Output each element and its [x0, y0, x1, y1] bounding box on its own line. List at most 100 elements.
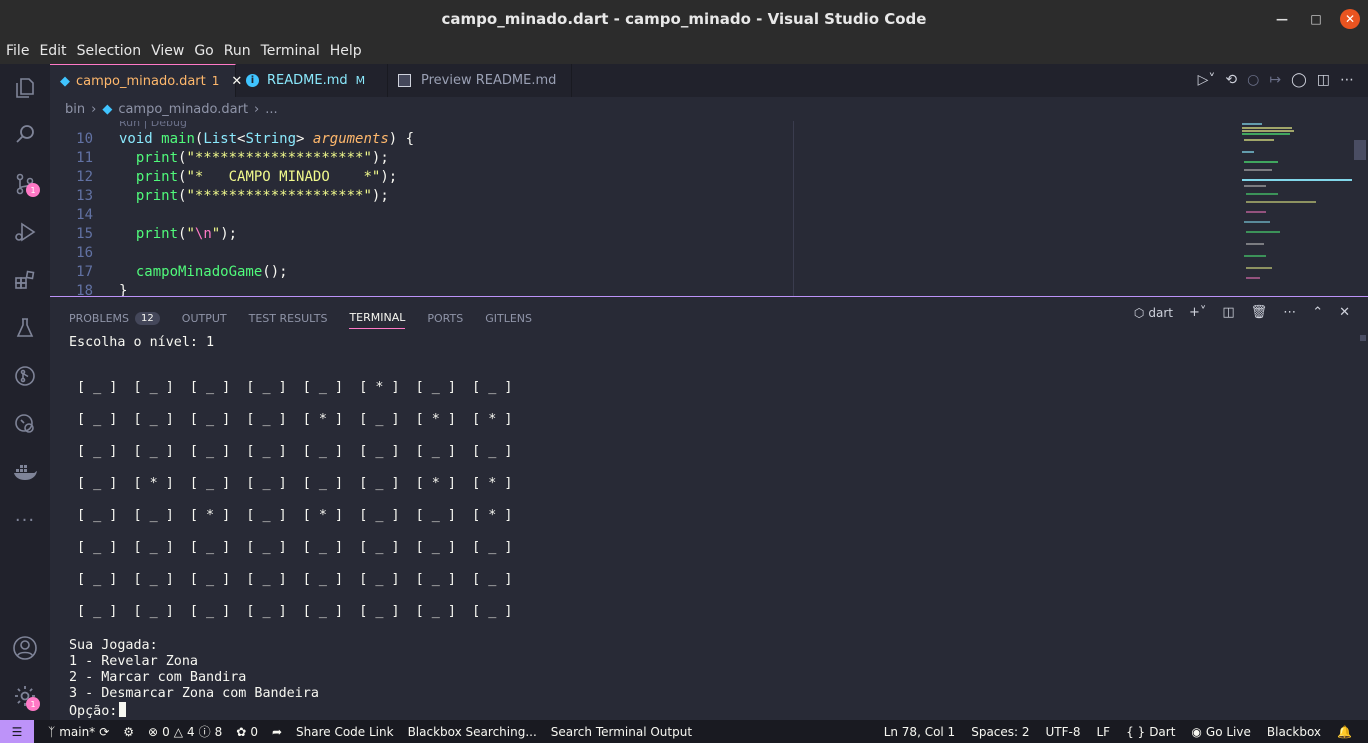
timeline-icon[interactable]: ◯ — [1291, 72, 1307, 88]
tab-problems[interactable]: PROBLEMS 12 — [69, 307, 160, 329]
gitlens-icon[interactable] — [0, 356, 50, 396]
more-icon[interactable]: ··· — [0, 500, 50, 540]
notifications-bell-icon[interactable]: 🔔 — [1337, 725, 1352, 739]
menu-help[interactable]: Help — [330, 43, 362, 59]
share-status[interactable]: ➦ — [272, 725, 282, 739]
close-panel-icon[interactable]: ✕ — [1339, 305, 1350, 320]
explorer-icon[interactable] — [0, 68, 50, 108]
search-terminal-output[interactable]: Search Terminal Output — [551, 725, 692, 739]
search-icon[interactable] — [0, 114, 50, 154]
share-code-link[interactable]: Share Code Link — [296, 725, 394, 739]
gitlens-status-icon[interactable]: ⚙ — [123, 725, 134, 739]
terminal-line: [ _ ] [ _ ] [ _ ] [ _ ] [ _ ] [ * ] [ _ … — [69, 380, 513, 395]
line-number: 11 — [76, 150, 93, 166]
minimize-icon[interactable]: — — [1272, 9, 1292, 29]
line-number: 17 — [76, 264, 93, 280]
trash-icon[interactable]: 🗑 — [1251, 305, 1268, 320]
code-line: 18 } — [50, 283, 1230, 296]
breadcrumb-folder[interactable]: bin — [65, 102, 85, 117]
new-terminal-icon[interactable]: +˅ — [1189, 305, 1206, 320]
account-icon[interactable] — [0, 628, 50, 668]
terminal-line: Escolha o nível: 1 — [69, 335, 215, 350]
punct: (); — [262, 264, 288, 280]
terminal-output[interactable]: Escolha o nível: 1 [ _ ] [ _ ] [ _ ] [ _… — [69, 335, 512, 719]
testing-icon[interactable] — [0, 308, 50, 348]
breadcrumb-file[interactable]: campo_minado.dart — [118, 102, 248, 117]
menu-go[interactable]: Go — [194, 43, 213, 59]
warning-count: 4 — [186, 724, 195, 739]
next-change-icon[interactable]: ↦ — [1269, 72, 1281, 88]
end-of-line[interactable]: LF — [1097, 725, 1111, 739]
remote-explorer-icon[interactable] — [0, 404, 50, 444]
more-actions-icon[interactable]: ⋯ — [1283, 305, 1296, 320]
terminal-shell-selector[interactable]: ⬡ dart — [1134, 306, 1173, 320]
close-icon[interactable]: ✕ — [1340, 9, 1360, 29]
codelens-run-debug[interactable]: Run | Debug — [119, 121, 187, 129]
extensions-icon[interactable] — [0, 260, 50, 300]
cursor-position[interactable]: Ln 78, Col 1 — [884, 725, 956, 739]
code-line: 16 — [50, 245, 1230, 264]
tab-label: GITLENS — [485, 311, 532, 325]
remote-indicator-icon[interactable]: ☰ — [0, 720, 34, 743]
source-control-icon[interactable]: 1 — [0, 164, 50, 204]
language-mode[interactable]: { } Dart — [1126, 725, 1175, 739]
docker-icon[interactable] — [0, 452, 50, 492]
terminal-line: 2 - Marcar com Bandira — [69, 670, 247, 685]
breadcrumb-more[interactable]: ... — [265, 102, 277, 117]
sync-icon: ⟳ — [99, 724, 110, 739]
tab-label: OUTPUT — [181, 311, 227, 325]
terminal-line: [ _ ] [ _ ] [ * ] [ _ ] [ * ] [ _ ] [ _ … — [69, 508, 513, 523]
menu-edit[interactable]: Edit — [39, 43, 66, 59]
tab-terminal[interactable]: TERMINAL — [349, 307, 406, 329]
editor-scrollbar[interactable] — [1354, 140, 1366, 160]
minimap[interactable] — [1238, 121, 1354, 296]
status-bar: ☰ ᛉ main* ⟳ ⚙ ⊗ 0 △ 4 ⓘ 8 ✿ 0 ➦ Share Co… — [0, 720, 1368, 743]
previous-change-icon[interactable]: ○ — [1247, 72, 1259, 88]
tab-preview-readme[interactable]: Preview README.md — [388, 64, 572, 97]
compare-icon[interactable]: ⟲ — [1225, 72, 1237, 88]
menu-view[interactable]: View — [151, 43, 184, 59]
menu-terminal[interactable]: Terminal — [261, 43, 320, 59]
code-line: 12 print("* CAMPO MINADO *"); — [50, 169, 1230, 188]
tab-ports[interactable]: PORTS — [427, 307, 463, 329]
blackbox-searching[interactable]: Blackbox Searching... — [408, 725, 537, 739]
window-title: campo_minado.dart - campo_minado - Visua… — [441, 10, 927, 28]
line-number: 15 — [76, 226, 93, 242]
more-actions-icon[interactable]: ⋯ — [1340, 72, 1354, 88]
problems-count-badge: 12 — [135, 311, 160, 325]
tab-gitlens[interactable]: GITLENS — [485, 307, 532, 329]
code-editor[interactable]: Run | Debug 10 void main(List<String> ar… — [50, 121, 1368, 296]
terminal-line: [ _ ] [ * ] [ _ ] [ _ ] [ _ ] [ _ ] [ * … — [69, 476, 513, 491]
indentation[interactable]: Spaces: 2 — [971, 725, 1029, 739]
tab-readme[interactable]: i README.md M — [236, 64, 388, 97]
ports-status[interactable]: ✿ 0 — [236, 725, 258, 739]
branch-status[interactable]: ᛉ main* ⟳ — [48, 725, 109, 739]
tab-test-results[interactable]: TEST RESULTS — [249, 307, 328, 329]
run-debug-icon[interactable] — [0, 212, 50, 252]
broadcast-icon: ◉ — [1191, 724, 1202, 739]
shell-label: dart — [1148, 305, 1173, 320]
menu-selection[interactable]: Selection — [77, 43, 142, 59]
settings-gear-icon[interactable]: 1 — [0, 676, 50, 716]
problems-status[interactable]: ⊗ 0 △ 4 ⓘ 8 — [148, 723, 222, 740]
split-terminal-icon[interactable]: ◫ — [1222, 305, 1234, 320]
blackbox-status[interactable]: Blackbox — [1267, 725, 1321, 739]
maximize-panel-icon[interactable]: ⌃ — [1312, 305, 1323, 320]
menu-file[interactable]: File — [6, 43, 29, 59]
preview-icon — [398, 74, 411, 87]
run-icon[interactable]: ▷˅ — [1198, 72, 1216, 88]
split-editor-icon[interactable]: ◫ — [1317, 72, 1330, 88]
terminal-scrollbar[interactable] — [1360, 335, 1366, 341]
tab-output[interactable]: OUTPUT — [182, 307, 227, 329]
menu-run[interactable]: Run — [224, 43, 251, 59]
encoding[interactable]: UTF-8 — [1046, 725, 1081, 739]
punct: ) { — [388, 131, 415, 147]
dart-file-icon: ◆ — [60, 73, 70, 89]
terminal-line: [ _ ] [ _ ] [ _ ] [ _ ] [ _ ] [ _ ] [ _ … — [69, 604, 513, 619]
maximize-icon[interactable]: □ — [1306, 9, 1326, 29]
code-line: 14 — [50, 207, 1230, 226]
punct: > — [296, 131, 313, 147]
tab-label: TERMINAL — [349, 311, 406, 324]
tab-campo-minado-dart[interactable]: ◆ campo_minado.dart 1 ✕ — [50, 64, 242, 97]
go-live[interactable]: ◉ Go Live — [1191, 725, 1250, 739]
